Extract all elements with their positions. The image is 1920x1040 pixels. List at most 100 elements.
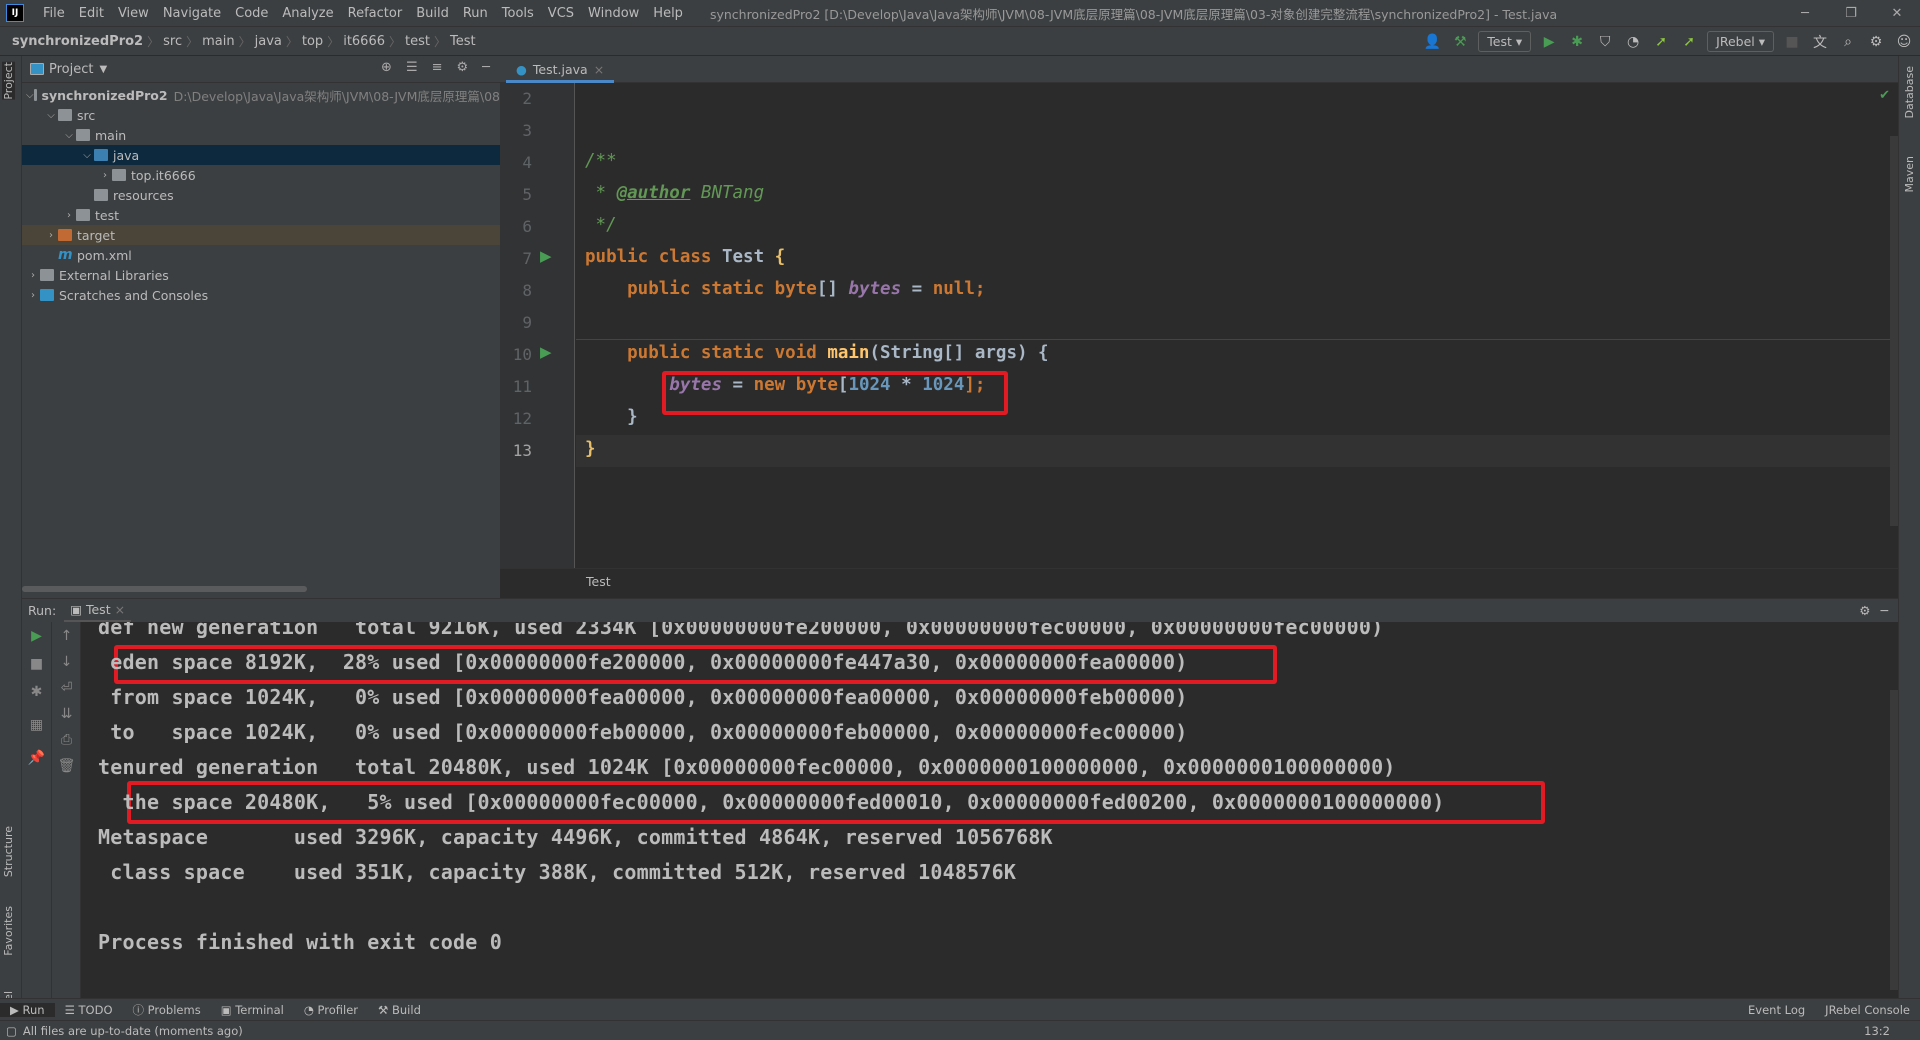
menu-navigate[interactable]: Navigate [156, 6, 228, 21]
breadcrumb-item[interactable]: test [401, 34, 434, 49]
restore-layout-icon[interactable]: ✱ [22, 684, 51, 700]
profile-icon[interactable]: ◔ [1623, 32, 1643, 52]
tree-item[interactable]: ⌵ java [22, 145, 500, 165]
tree-item[interactable]: ⌵ main [22, 125, 500, 145]
tree-item[interactable]: › Scratches and Consoles [22, 285, 500, 305]
console-scrollbar[interactable] [1890, 690, 1898, 990]
menu-refactor[interactable]: Refactor [341, 6, 410, 21]
menu-window[interactable]: Window [581, 6, 646, 21]
tree-item[interactable]: › External Libraries [22, 265, 500, 285]
menu-view[interactable]: View [111, 6, 156, 21]
tab-test-java[interactable]: ● Test.java × [506, 59, 615, 83]
tree-item[interactable]: ⌵ synchronizedPro2 D:\Develop\Java\Java架构师… [22, 85, 500, 105]
database-tool-tab[interactable]: Database [1903, 66, 1916, 119]
project-tool-tab[interactable]: Project [2, 62, 15, 100]
coverage-icon[interactable]: ⛉ [1595, 32, 1615, 52]
run-gutter-icon[interactable]: ▶ [540, 247, 552, 265]
favorites-tool-tab[interactable]: Favorites [2, 906, 15, 956]
run-config-select[interactable]: Test ▾ [1478, 31, 1532, 52]
tool-tab-run[interactable]: ▶ Run [0, 1002, 55, 1017]
search-icon[interactable]: ⌕ [1838, 32, 1858, 52]
tool-tab-jrebel-console[interactable]: JRebel Console [1815, 1003, 1920, 1017]
stop-icon[interactable]: ■ [22, 656, 51, 672]
jrebel-debug-icon[interactable]: ➚ [1679, 32, 1699, 52]
editor-breadcrumb[interactable]: Test [500, 568, 1898, 598]
breadcrumb-item[interactable]: main [198, 34, 238, 49]
menu-run[interactable]: Run [456, 6, 495, 21]
tool-tab-event-log[interactable]: Event Log [1738, 1003, 1815, 1017]
print-icon[interactable]: ⎙ [52, 732, 81, 748]
menu-file[interactable]: File [36, 6, 72, 21]
menu-tools[interactable]: Tools [495, 6, 541, 21]
gear-icon[interactable]: ⚙ [1866, 32, 1886, 52]
project-view-select[interactable]: Project [49, 62, 93, 77]
expand-all-icon[interactable]: ☰ [406, 60, 418, 75]
minimize-button[interactable]: ─ [1782, 0, 1828, 27]
tree-item[interactable]: › target [22, 225, 500, 245]
menu-build[interactable]: Build [409, 6, 456, 21]
run-tab-test[interactable]: ▣ Test × [64, 599, 132, 623]
tree-item[interactable]: › test [22, 205, 500, 225]
breadcrumb-item[interactable]: synchronizedPro2 [0, 34, 147, 49]
gear-icon[interactable]: ⚙ [1859, 603, 1870, 618]
build-hammer-icon[interactable]: ⚒ [1450, 32, 1470, 52]
jrebel-select[interactable]: JRebel ▾ [1707, 31, 1774, 52]
tool-tab-todo[interactable]: ☰ TODO [55, 1003, 123, 1017]
editor-scrollbar[interactable] [1890, 136, 1898, 526]
chevron-right-icon[interactable]: › [44, 230, 58, 241]
tree-item[interactable]: ⌵ src [22, 105, 500, 125]
console-output[interactable]: def new generation total 9216K, used 233… [81, 622, 1898, 998]
stop-icon[interactable]: ■ [1782, 32, 1802, 52]
avatar[interactable]: ☺ [1894, 32, 1914, 52]
tool-tab-problems[interactable]: ⓘ Problems [123, 1002, 211, 1018]
tool-tab-build[interactable]: ⚒ Build [368, 1003, 431, 1017]
pin-icon[interactable]: 📌 [22, 750, 51, 766]
run-icon[interactable]: ▶ [1539, 32, 1559, 52]
down-icon[interactable]: ↓ [52, 654, 81, 670]
tree-item[interactable]: resources [22, 185, 500, 205]
menu-vcs[interactable]: VCS [541, 6, 581, 21]
close-button[interactable]: ✕ [1874, 0, 1920, 27]
maven-tool-tab[interactable]: Maven [1903, 156, 1916, 192]
scroll-to-end-icon[interactable]: ⇊ [52, 706, 81, 722]
layout-icon[interactable]: ▦ [22, 717, 51, 733]
menu-help[interactable]: Help [646, 6, 690, 21]
tree-item[interactable]: › top.it6666 [22, 165, 500, 185]
tool-tab-profiler[interactable]: ◔ Profiler [294, 1003, 368, 1017]
structure-tool-tab[interactable]: Structure [2, 826, 15, 877]
debug-icon[interactable]: ✱ [1567, 32, 1587, 52]
translate-icon[interactable]: 文 [1810, 32, 1830, 52]
breadcrumb-item[interactable]: top [298, 34, 327, 49]
jrebel-run-icon[interactable]: ➚ [1651, 32, 1671, 52]
menu-code[interactable]: Code [228, 6, 275, 21]
tool-tab-terminal[interactable]: ▣ Terminal [211, 1003, 294, 1017]
rerun-icon[interactable]: ▶ [22, 628, 51, 644]
chevron-right-icon[interactable]: › [62, 210, 76, 221]
close-tab-icon[interactable]: × [594, 62, 604, 77]
collapse-all-icon[interactable]: ≡ [432, 60, 443, 75]
hide-icon[interactable]: ─ [482, 60, 490, 75]
menu-edit[interactable]: Edit [72, 6, 111, 21]
chevron-down-icon[interactable]: ⌵ [80, 150, 94, 161]
breadcrumb-item[interactable]: src [159, 34, 186, 49]
menu-analyze[interactable]: Analyze [275, 6, 340, 21]
chevron-down-icon[interactable]: ⌵ [44, 110, 58, 121]
up-icon[interactable]: ↑ [52, 628, 81, 644]
run-gutter-icon[interactable]: ▶ [540, 343, 552, 361]
chevron-right-icon[interactable]: › [26, 290, 40, 301]
restore-button[interactable]: ❐ [1828, 0, 1874, 27]
chevron-right-icon[interactable]: › [26, 270, 40, 281]
breadcrumb-item[interactable]: Test [446, 34, 480, 49]
caret-position[interactable]: 13:2 [1864, 1024, 1890, 1038]
breadcrumb-item[interactable]: java [251, 34, 286, 49]
vcs-user-icon[interactable]: 👤 [1422, 32, 1442, 52]
horizontal-scrollbar[interactable] [22, 586, 307, 592]
chevron-down-icon[interactable]: ⌵ [62, 130, 76, 141]
chevron-right-icon[interactable]: › [98, 170, 112, 181]
soft-wrap-icon[interactable]: ⏎ [52, 680, 81, 696]
gear-icon[interactable]: ⚙ [457, 60, 469, 75]
trash-icon[interactable]: 🗑 [52, 758, 81, 774]
locate-icon[interactable]: ⊕ [381, 60, 392, 75]
chevron-down-icon[interactable]: ⌵ [26, 90, 34, 101]
breadcrumb-item[interactable]: it6666 [339, 34, 389, 49]
